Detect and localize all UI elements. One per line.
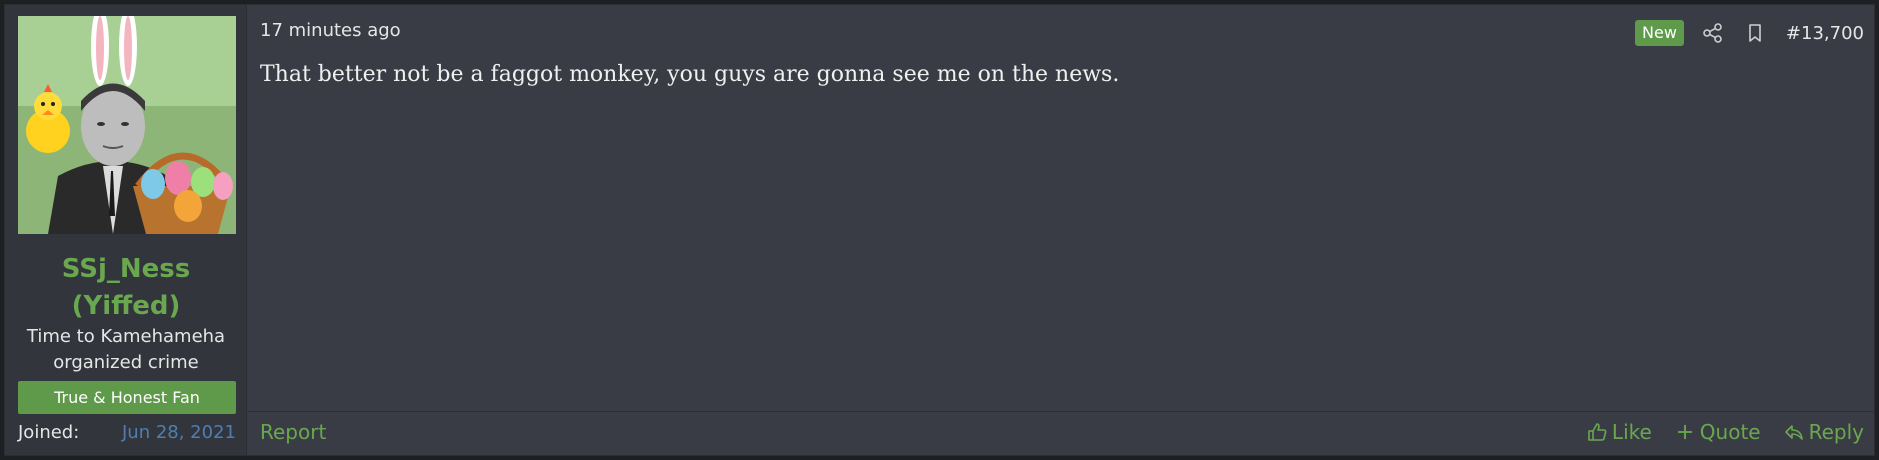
post-actions: Like Quote Reply — [1564, 420, 1864, 444]
username[interactable]: SSj_Ness (Yiffed) — [5, 251, 247, 325]
post-number[interactable]: #13,700 — [1786, 23, 1864, 44]
post-message: That better not be a faggot monkey, you … — [260, 62, 1120, 87]
user-title-line-2: organized crime — [53, 352, 199, 373]
user-banner: True & Honest Fan — [18, 381, 236, 414]
post-container: SSj_Ness (Yiffed) Time to Kamehameha org… — [4, 4, 1875, 456]
post-main: 17 minutes ago New #13,700 That better n… — [247, 5, 1874, 455]
avatar[interactable] — [18, 16, 236, 234]
user-sidebar: SSj_Ness (Yiffed) Time to Kamehameha org… — [5, 5, 247, 455]
joined-label: Joined: — [18, 422, 80, 443]
user-title: Time to Kamehameha organized crime — [5, 324, 247, 376]
reply-label: Reply — [1808, 420, 1864, 444]
post-header-actions: New #13,700 — [1635, 18, 1864, 48]
quote-button[interactable]: Quote — [1674, 420, 1761, 444]
post-timestamp[interactable]: 17 minutes ago — [260, 20, 401, 41]
share-icon[interactable] — [1702, 22, 1724, 44]
thumbs-up-icon — [1586, 421, 1608, 443]
bookmark-icon[interactable] — [1744, 22, 1766, 44]
reply-button[interactable]: Reply — [1783, 420, 1864, 444]
post-footer: Report Like Quote Reply — [247, 411, 1874, 455]
new-badge: New — [1635, 20, 1684, 46]
quote-label: Quote — [1699, 420, 1761, 444]
user-title-line-1: Time to Kamehameha — [26, 326, 226, 347]
plus-icon — [1674, 421, 1696, 443]
like-label: Like — [1611, 420, 1652, 444]
username-line-1[interactable]: SSj_Ness — [5, 251, 247, 288]
joined-date: Jun 28, 2021 — [121, 422, 236, 443]
reply-icon — [1783, 421, 1805, 443]
joined-row: Joined: Jun 28, 2021 — [18, 419, 236, 447]
report-link[interactable]: Report — [260, 420, 326, 444]
username-line-2[interactable]: (Yiffed) — [5, 288, 247, 325]
like-button[interactable]: Like — [1586, 420, 1652, 444]
